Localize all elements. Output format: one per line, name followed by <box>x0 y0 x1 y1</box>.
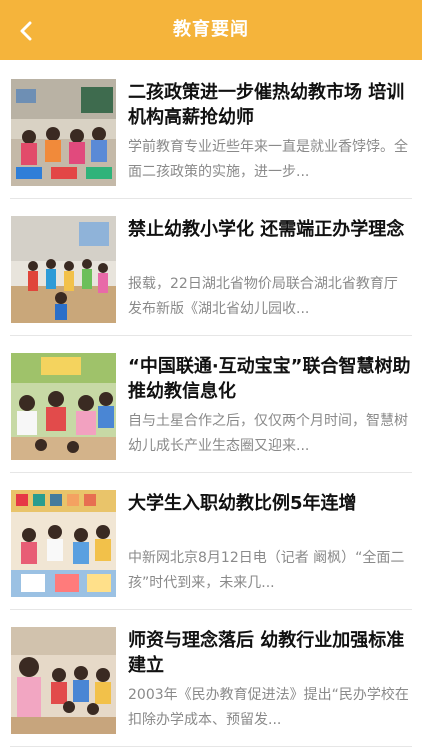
news-summary: 学前教育专业近些年来一直是就业香饽饽。全面二孩政策的实施，进一步... <box>128 139 408 180</box>
divider <box>10 609 412 610</box>
news-thumbnail <box>11 353 116 460</box>
top-bar: 教育要闻 <box>0 0 422 60</box>
news-item[interactable]: “中国联通·互动宝宝”联合智慧树助推幼教信息化 自与土星合作之后，仅仅两个月时间… <box>0 337 422 473</box>
page-title: 教育要闻 <box>173 19 249 40</box>
news-thumbnail <box>11 216 116 323</box>
news-thumbnail <box>11 627 116 734</box>
news-headline: 禁止幼教小学化 还需端正办学理念 <box>128 219 405 240</box>
news-summary: 中新网北京8月12日电（记者 阚枫）“全面二孩”时代到来，未来几... <box>128 550 405 591</box>
news-headline: “中国联通·互动宝宝”联合智慧树助推幼教信息化 <box>128 356 411 402</box>
news-summary: 自与土星合作之后，仅仅两个月时间，智慧树幼儿成长产业生态圈又迎来... <box>128 413 408 454</box>
news-headline: 大学生入职幼教比例5年连增 <box>128 493 357 514</box>
news-thumbnail <box>11 79 116 186</box>
divider <box>10 335 412 336</box>
news-thumbnail <box>11 490 116 597</box>
news-item[interactable]: 大学生入职幼教比例5年连增 中新网北京8月12日电（记者 阚枫）“全面二孩”时代… <box>0 474 422 610</box>
divider <box>10 198 412 199</box>
news-headline: 师资与理念落后 幼教行业加强标准建立 <box>128 630 405 676</box>
divider <box>10 746 412 747</box>
news-item[interactable]: 禁止幼教小学化 还需端正办学理念 报载，22日湖北省物价局联合湖北省教育厅发布新… <box>0 200 422 336</box>
news-item[interactable]: 二孩政策进一步催热幼教市场 培训机构高薪抢幼师 学前教育专业近些年来一直是就业香… <box>0 63 422 199</box>
news-headline: 二孩政策进一步催热幼教市场 培训机构高薪抢幼师 <box>128 82 405 128</box>
news-summary: 报载，22日湖北省物价局联合湖北省教育厅发布新版《湖北省幼儿园收... <box>128 276 398 317</box>
divider <box>10 472 412 473</box>
news-summary: 2003年《民办教育促进法》提出“民办学校在扣除办学成本、预留发... <box>128 687 409 728</box>
news-item[interactable]: 师资与理念落后 幼教行业加强标准建立 2003年《民办教育促进法》提出“民办学校… <box>0 611 422 747</box>
